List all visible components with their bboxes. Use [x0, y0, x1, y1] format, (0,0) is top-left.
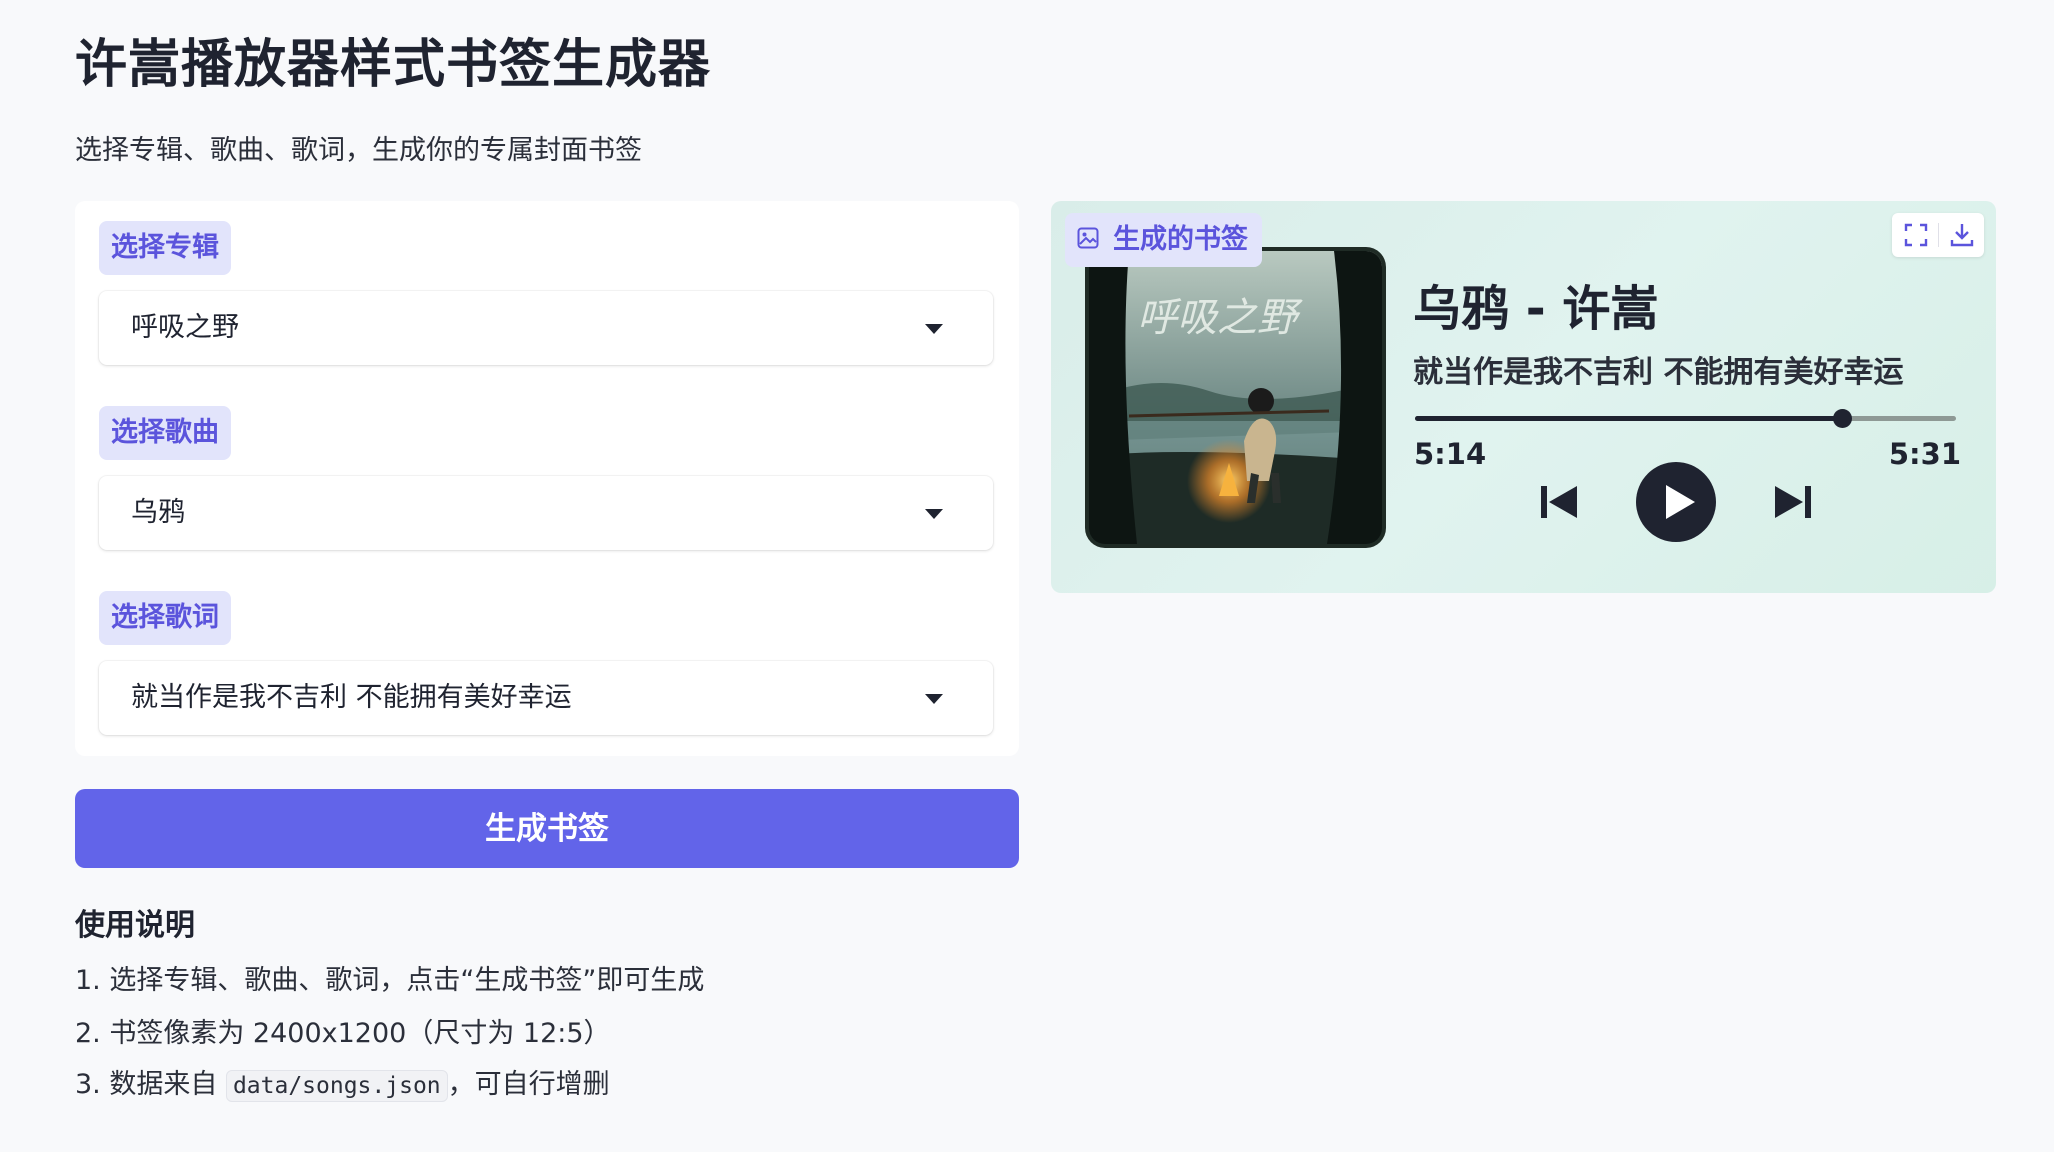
album-cover: 呼吸之野 [1089, 251, 1382, 544]
generate-bookmark-button[interactable]: 生成书签 [75, 789, 1019, 868]
instruction-item-3-prefix: 3. 数据来自 [75, 1069, 218, 1100]
time-total: 5:31 [1888, 437, 1961, 471]
lyric-select-value: 就当作是我不吉利 不能拥有美好幸运 [131, 682, 572, 713]
instructions-title: 使用说明 [75, 908, 195, 943]
fullscreen-icon[interactable] [1902, 221, 1930, 249]
previous-icon[interactable] [1539, 484, 1579, 524]
time-elapsed: 5:14 [1414, 437, 1487, 471]
cover-title-text: 呼吸之野 [1137, 295, 1303, 341]
chevron-down-icon [925, 324, 943, 334]
data-file-code: data/songs.json [225, 1069, 448, 1102]
album-label: 选择专辑 [99, 221, 231, 275]
instruction-item-1: 1. 选择专辑、歌曲、歌词，点击“生成书签”即可生成 [75, 965, 705, 996]
page-subtitle: 选择专辑、歌曲、歌词，生成你的专属封面书签 [75, 135, 642, 166]
form-panel: 选择专辑 呼吸之野 选择歌曲 乌鸦 选择歌词 就当作是我不吉利 不能拥有美好幸运 [75, 201, 1019, 756]
toolbar-divider [1938, 223, 1939, 247]
song-select[interactable]: 乌鸦 [99, 476, 993, 550]
next-icon[interactable] [1773, 484, 1813, 524]
song-title: 乌鸦 - 许嵩 [1413, 281, 1659, 337]
lyric-select[interactable]: 就当作是我不吉利 不能拥有美好幸运 [99, 661, 993, 735]
album-select[interactable]: 呼吸之野 [99, 291, 993, 365]
page-title: 许嵩播放器样式书签生成器 [75, 35, 712, 95]
bookmark-preview: 呼吸之野 生成的书签 乌鸦 - 许嵩 就当作是我不吉利 不能拥有美好幸运 5:1… [1051, 201, 1996, 593]
play-icon[interactable] [1635, 461, 1717, 547]
song-select-value: 乌鸦 [131, 497, 185, 528]
instruction-item-3-suffix: ，可自行增删 [447, 1069, 610, 1100]
song-lyric: 就当作是我不吉利 不能拥有美好幸运 [1413, 355, 1904, 390]
chevron-down-icon [925, 509, 943, 519]
progress-fill [1415, 416, 1843, 421]
preview-tag: 生成的书签 [1065, 213, 1262, 267]
preview-tag-label: 生成的书签 [1113, 224, 1248, 255]
download-icon[interactable] [1948, 221, 1976, 249]
image-icon [1077, 214, 1099, 268]
progress-bar[interactable] [1415, 409, 1956, 428]
album-select-value: 呼吸之野 [131, 312, 239, 343]
lyric-label: 选择歌词 [99, 591, 231, 645]
album-cover-art: 呼吸之野 [1089, 251, 1382, 544]
song-label: 选择歌曲 [99, 406, 231, 460]
instruction-item-2: 2. 书签像素为 2400x1200（尺寸为 12:5） [75, 1018, 611, 1049]
chevron-down-icon [925, 694, 943, 704]
progress-knob[interactable] [1833, 409, 1853, 428]
preview-toolbar [1892, 213, 1984, 257]
instruction-item-3: 3. 数据来自 data/songs.json ，可自行增删 [75, 1062, 610, 1102]
